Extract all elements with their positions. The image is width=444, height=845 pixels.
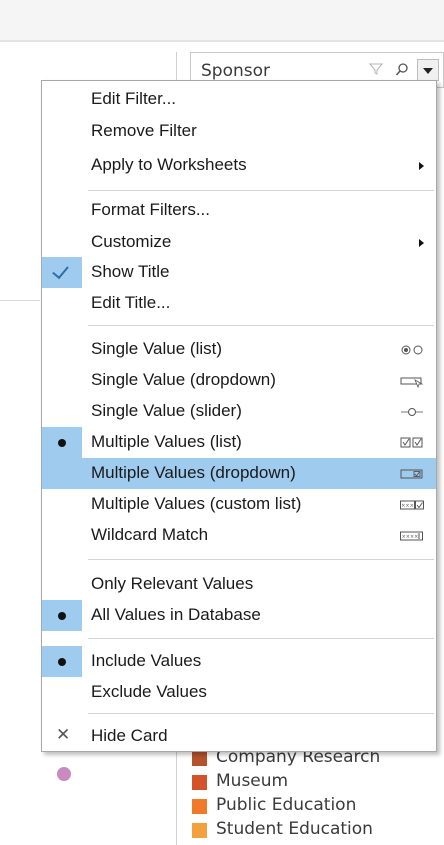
menu-item-single-value-slider[interactable]: Single Value (slider) — [42, 396, 436, 427]
menu-separator — [88, 190, 434, 191]
checkbox-list-icon — [400, 437, 423, 448]
menu-item-label: Wildcard Match — [91, 525, 209, 544]
radio-list-icon — [401, 345, 423, 355]
legend-swatch — [192, 823, 207, 838]
svg-text:×××: ××× — [401, 503, 414, 509]
menu-item-label: Apply to Worksheets — [91, 155, 247, 174]
legend-swatch — [192, 775, 207, 790]
menu-item-label: Show Title — [91, 262, 170, 281]
submenu-arrow-icon — [419, 162, 424, 170]
menu-item-label: Include Values — [91, 651, 202, 670]
menu-item-label: Multiple Values (custom list) — [91, 494, 302, 513]
menu-item-label: Remove Filter — [91, 121, 197, 140]
menu-separator — [88, 325, 434, 326]
menu-item-label: Exclude Values — [91, 682, 207, 701]
menu-item-customize[interactable]: Customize — [42, 227, 436, 258]
menu-item-label: All Values in Database — [91, 605, 261, 624]
legend-label: Public Education — [216, 795, 357, 815]
filter-card-title: Sponsor — [201, 61, 271, 81]
checkmark-icon — [42, 257, 82, 288]
menu-item-label: Single Value (dropdown) — [91, 370, 276, 389]
menu-item-edit-filter[interactable]: Edit Filter... — [42, 84, 436, 115]
menu-item-label: Multiple Values (dropdown) — [91, 463, 296, 482]
menu-item-wildcard-match[interactable]: Wildcard Match ×××× — [42, 520, 436, 551]
submenu-arrow-icon — [419, 239, 424, 247]
menu-item-label: Edit Title... — [91, 293, 171, 312]
toolbar-strip — [0, 0, 444, 40]
funnel-icon[interactable] — [369, 62, 383, 76]
menu-item-single-value-dropdown[interactable]: Single Value (dropdown) — [42, 365, 436, 396]
menu-item-label: Single Value (slider) — [91, 401, 242, 420]
toolbar-separator — [0, 40, 444, 42]
menu-item-show-title[interactable]: Show Title — [42, 257, 436, 288]
svg-text:××××: ×××× — [402, 534, 419, 540]
menu-item-format-filters[interactable]: Format Filters... — [42, 195, 436, 226]
wildcard-icon: ×××× — [400, 531, 423, 541]
legend-swatch — [192, 799, 207, 814]
menu-item-label: Single Value (list) — [91, 339, 223, 358]
menu-item-multiple-values-dropdown[interactable]: Multiple Values (dropdown) — [42, 458, 436, 489]
selected-dot-icon — [42, 646, 82, 677]
chevron-down-icon[interactable] — [417, 59, 439, 81]
menu-item-label: Edit Filter... — [91, 89, 177, 108]
menu-separator — [88, 559, 434, 560]
view-divider — [0, 300, 40, 301]
menu-item-remove-filter[interactable]: Remove Filter — [42, 116, 436, 147]
search-icon[interactable] — [395, 62, 409, 78]
menu-item-only-relevant-values[interactable]: Only Relevant Values — [42, 569, 436, 600]
dropdown-icon — [400, 377, 424, 389]
menu-item-label: Hide Card — [91, 726, 168, 745]
legend-swatch — [192, 751, 207, 766]
menu-item-multiple-values-custom-list[interactable]: Multiple Values (custom list) ××× — [42, 489, 436, 520]
menu-item-label: Format Filters... — [91, 200, 211, 219]
slider-icon — [401, 408, 423, 416]
selected-dot-icon — [42, 600, 82, 631]
menu-item-apply-to-worksheets[interactable]: Apply to Worksheets — [42, 150, 436, 181]
menu-separator — [88, 638, 434, 639]
selected-dot-icon — [42, 427, 82, 458]
menu-item-all-values-in-database[interactable]: All Values in Database — [42, 600, 436, 631]
menu-item-hide-card[interactable]: ✕ Hide Card — [42, 721, 436, 752]
menu-item-label: Multiple Values (list) — [91, 432, 242, 451]
custom-list-icon: ××× — [400, 500, 424, 510]
close-icon: ✕ — [56, 725, 71, 744]
legend-label: Museum — [216, 771, 289, 791]
multi-dropdown-icon — [400, 469, 423, 479]
menu-item-edit-title[interactable]: Edit Title... — [42, 288, 436, 319]
menu-item-label: Only Relevant Values — [91, 574, 254, 593]
legend-label: Student Education — [216, 819, 373, 839]
menu-item-label: Customize — [91, 232, 172, 251]
filter-context-menu: Edit Filter... Remove Filter Apply to Wo… — [41, 80, 437, 752]
menu-item-multiple-values-list[interactable]: Multiple Values (list) — [42, 427, 436, 458]
menu-item-exclude-values[interactable]: Exclude Values — [42, 677, 436, 708]
menu-item-single-value-list[interactable]: Single Value (list) — [42, 334, 436, 365]
menu-separator — [88, 713, 434, 714]
data-mark[interactable] — [57, 767, 71, 781]
menu-item-include-values[interactable]: Include Values — [42, 646, 436, 677]
